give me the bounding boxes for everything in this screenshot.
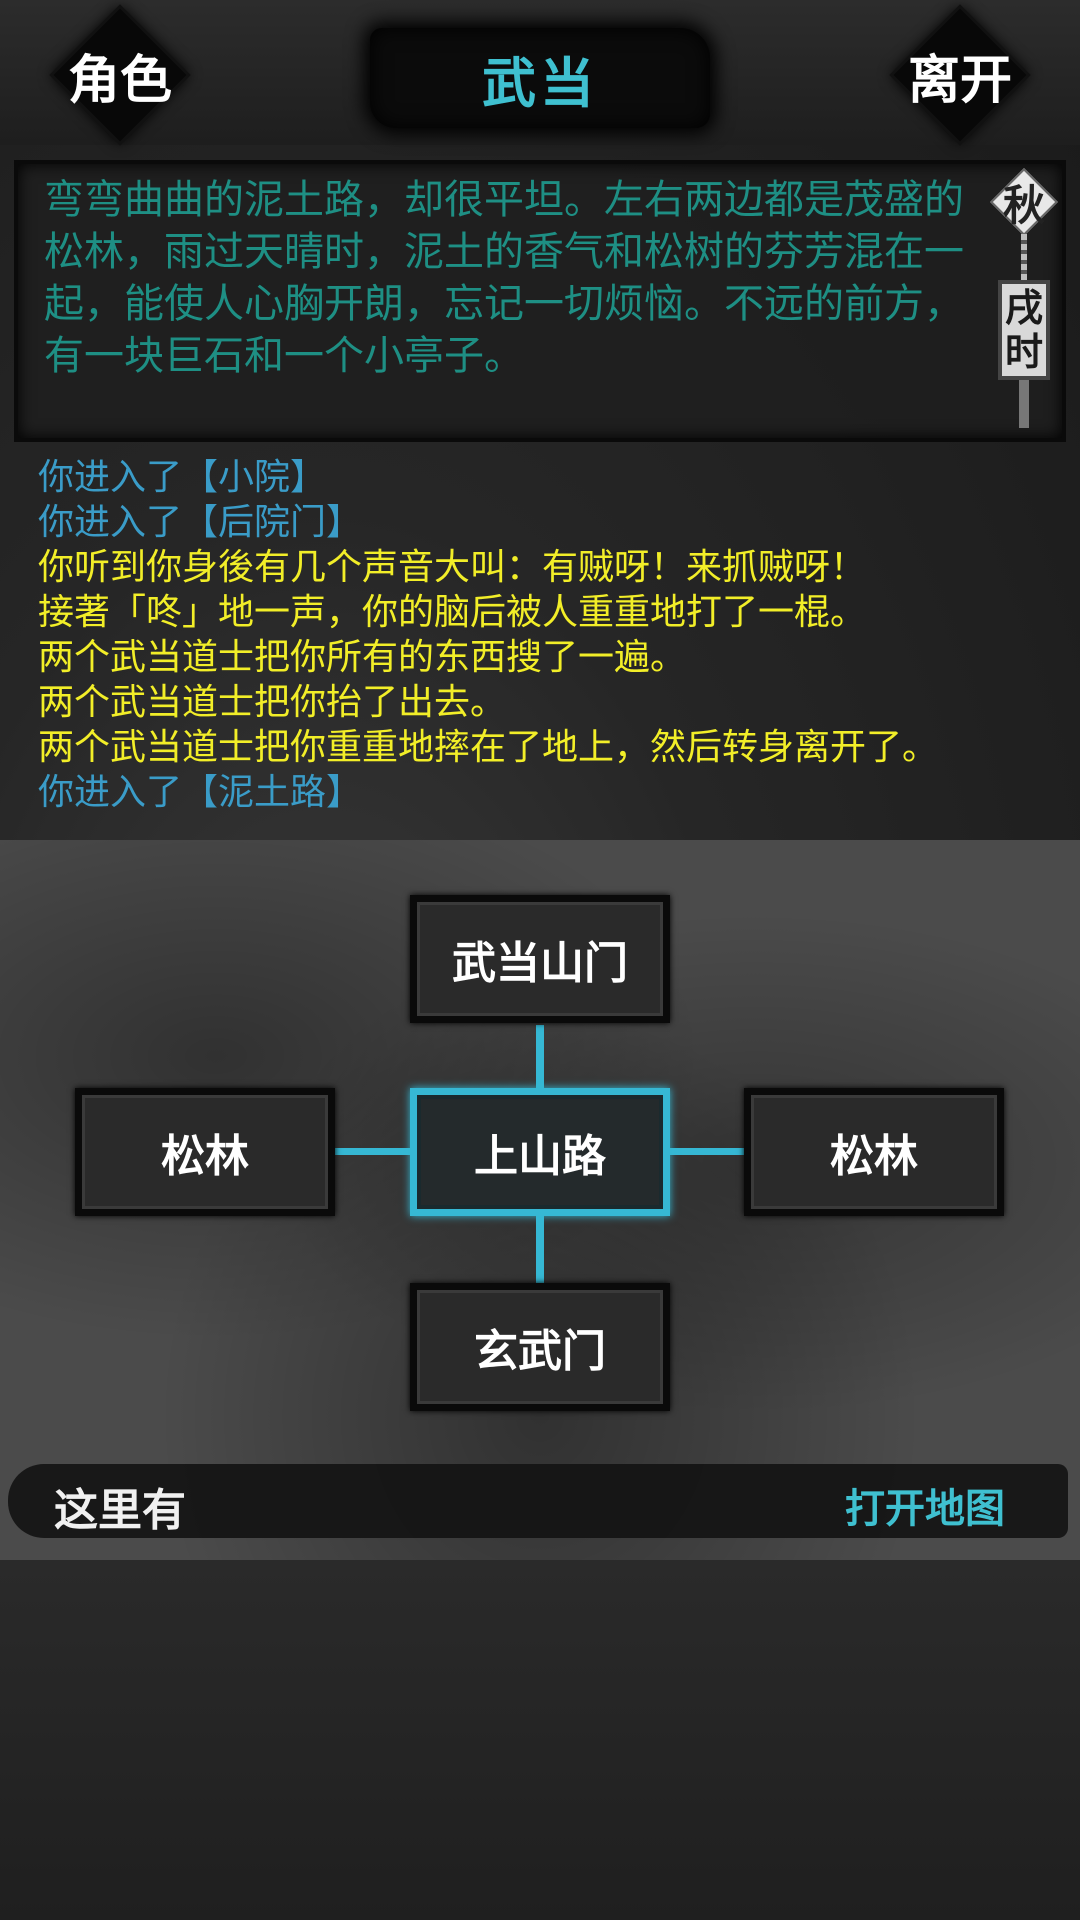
pendant-tail-icon: [1019, 380, 1029, 428]
log-line: 两个武当道士把你重重地摔在了地上，然后转身离开了。: [38, 727, 939, 768]
log-line: 你进入了【后院门】: [38, 502, 363, 543]
path-north: [536, 1025, 544, 1088]
message-log[interactable]: 你进入了【小院】 你进入了【后院门】 你听到你身後有几个声音大叫：有贼呀！来抓贼呀！…: [38, 455, 1058, 840]
time-char: 戌: [1004, 286, 1043, 330]
open-map-button[interactable]: 打开地图: [845, 1476, 1005, 1534]
chain-icon: [1021, 234, 1027, 282]
exit-north-button[interactable]: 武当山门: [410, 895, 670, 1023]
here-label: 这里有: [54, 1485, 186, 1536]
page-title: 武当: [482, 51, 598, 115]
room-label: 武当山门: [452, 938, 628, 989]
log-line: 你听到你身後有几个声音大叫：有贼呀！来抓贼呀！: [38, 547, 867, 588]
log-line: 你进入了【小院】: [38, 457, 327, 498]
leave-button[interactable]: 离开: [890, 8, 1030, 142]
room-label: 松林: [161, 1131, 249, 1182]
room-label: 玄武门: [474, 1326, 606, 1377]
path-south: [536, 1216, 544, 1283]
time-plate: 戌 时: [998, 280, 1050, 380]
role-button[interactable]: 角色: [50, 8, 190, 142]
log-line: 两个武当道士把你抬了出去。: [38, 682, 507, 723]
role-button-label: 角色: [67, 50, 172, 111]
room-label: 松林: [830, 1131, 918, 1182]
season-label: 秋: [1002, 180, 1045, 230]
location-title-plate: 武当: [370, 28, 710, 128]
log-line: 接著「咚」地一声，你的脑后被人重重地打了一棍。: [38, 592, 867, 633]
season-badge: 秋: [990, 168, 1058, 236]
room-description-box: 弯弯曲曲的泥土路，却很平坦。左右两边都是茂盛的松林，雨过天晴时，泥土的香气和松树…: [14, 160, 1066, 442]
exit-south-button[interactable]: 玄武门: [410, 1283, 670, 1411]
log-line: 你进入了【泥土路】: [38, 772, 363, 813]
leave-button-label: 离开: [907, 50, 1012, 111]
path-east: [670, 1148, 744, 1155]
exit-east-button[interactable]: 松林: [744, 1088, 1004, 1216]
log-line: 两个武当道士把你所有的东西搜了一遍。: [38, 637, 687, 678]
room-label: 上山路: [474, 1131, 606, 1182]
lower-panel: [0, 1560, 1080, 1920]
path-west: [335, 1148, 410, 1155]
current-room[interactable]: 上山路: [410, 1088, 670, 1216]
exit-west-button[interactable]: 松林: [75, 1088, 335, 1216]
room-description: 弯弯曲曲的泥土路，却很平坦。左右两边都是茂盛的松林，雨过天晴时，泥土的香气和松树…: [44, 177, 964, 379]
time-char: 时: [1004, 330, 1043, 374]
